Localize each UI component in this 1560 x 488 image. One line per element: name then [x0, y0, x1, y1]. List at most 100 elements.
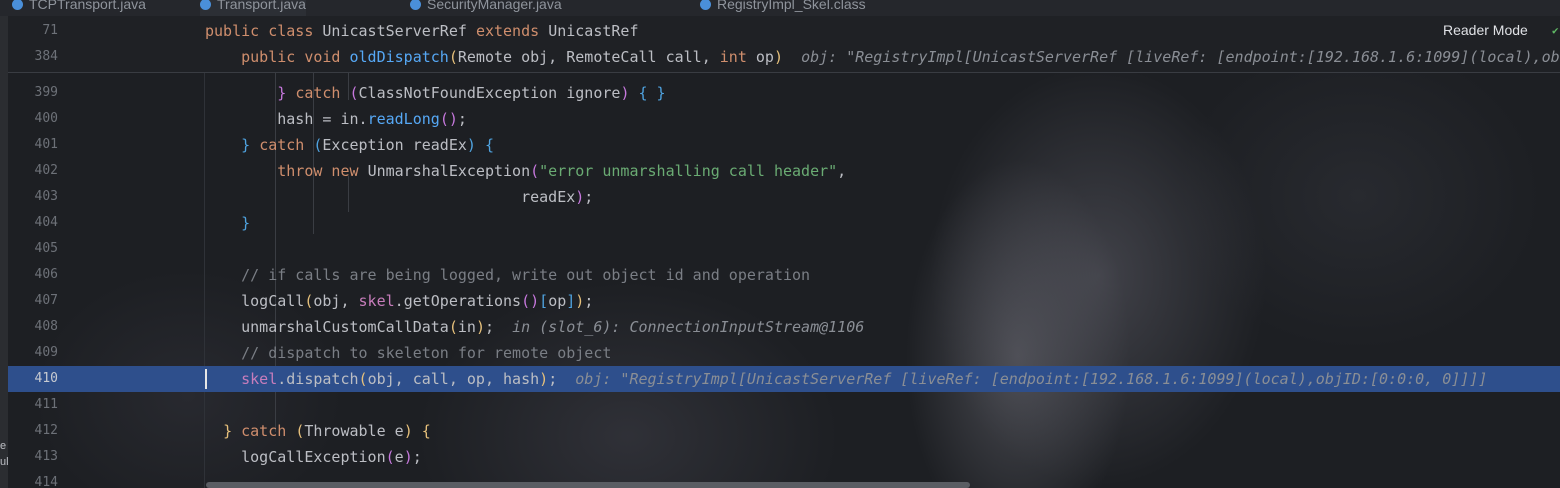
line-number[interactable]: 407 — [8, 288, 58, 314]
code-token: in — [457, 318, 476, 336]
editor-tab-label: Transport.java — [217, 0, 306, 12]
line-number[interactable]: 408 — [8, 314, 58, 340]
debug-inline-value: in (slot_6): ConnectionInputStream@1106 — [512, 318, 865, 336]
current-code-line[interactable]: 410 skel.dispatch(obj, call, op, hash); … — [8, 366, 1560, 392]
code-text: } — [205, 210, 250, 236]
code-token: . — [394, 292, 404, 310]
code-token: UnmarshalException — [367, 162, 531, 180]
code-token: skel — [358, 292, 395, 310]
code-token: ; — [457, 110, 467, 128]
code-line[interactable]: 400 hash = in.readLong(); — [8, 106, 1560, 132]
editor-tab-label: TCPTransport.java — [29, 0, 146, 12]
code-token: ; — [584, 188, 594, 206]
code-token: } — [241, 136, 260, 154]
line-number[interactable]: 401 — [8, 132, 58, 158]
code-line[interactable]: 401 } catch (Exception readEx) { — [8, 132, 1560, 158]
code-text: hash = in.readLong(); — [205, 106, 467, 132]
editor-tab[interactable]: SecurityManager.java — [410, 0, 562, 16]
code-text: } catch (ClassNotFoundException ignore) … — [205, 80, 666, 106]
code-token: public void — [241, 48, 350, 66]
editor-tab[interactable]: RegistryImpl_Skel.class — [700, 0, 866, 16]
code-token: getOperations — [403, 292, 522, 310]
line-number[interactable]: 406 — [8, 262, 58, 288]
editor-tab-label: SecurityManager.java — [427, 0, 562, 12]
editor-tab[interactable]: TCPTransport.java — [12, 0, 146, 16]
line-number[interactable]: 399 — [8, 80, 58, 106]
code-line[interactable]: 407 logCall(obj, skel.getOperations()[op… — [8, 288, 1560, 314]
code-line[interactable]: 405 — [8, 236, 1560, 262]
code-text: // if calls are being logged, write out … — [205, 262, 810, 288]
line-number[interactable]: 410 — [8, 366, 58, 392]
code-token: { } — [638, 84, 666, 102]
code-token: ( — [295, 422, 305, 440]
code-line[interactable]: 412 } catch (Throwable e) { — [8, 418, 1560, 444]
code-token: UnicastRef — [548, 22, 639, 40]
code-line[interactable]: 411 — [8, 392, 1560, 418]
code-token: op — [548, 292, 567, 310]
code-token: ( — [448, 318, 458, 336]
code-text: public class UnicastServerRef extends Un… — [205, 18, 639, 44]
code-token: Exception readEx — [322, 136, 467, 154]
code-editor[interactable]: 71 public class UnicastServerRef extends … — [8, 16, 1560, 488]
editor-tab[interactable]: Transport.java — [200, 0, 306, 16]
line-number[interactable]: 405 — [8, 236, 58, 262]
code-text: readEx); — [205, 184, 593, 210]
line-number[interactable]: 402 — [8, 158, 58, 184]
code-token: logCallException — [205, 448, 386, 466]
code-token: logCall — [205, 292, 305, 310]
code-line[interactable]: 402 throw new UnmarshalException("error … — [8, 158, 1560, 184]
code-token: catch — [259, 136, 314, 154]
code-token: ) { — [403, 422, 431, 440]
line-number[interactable]: 413 — [8, 444, 58, 470]
sticky-scroll-header[interactable]: 71 public class UnicastServerRef extends … — [8, 16, 1560, 73]
horizontal-scrollbar[interactable] — [206, 482, 970, 488]
code-text: skel.dispatch(obj, call, op, hash); obj:… — [205, 366, 1487, 392]
line-number[interactable]: 400 — [8, 106, 58, 132]
code-token: ) — [575, 292, 585, 310]
editor-tab-bar: TCPTransport.java Transport.java SecurityM… — [0, 0, 1560, 16]
code-line[interactable]: 408 unmarshalCustomCallData(in); in (slo… — [8, 314, 1560, 340]
left-panel-strip: e ul — [0, 16, 9, 488]
code-token: UnicastServerRef — [322, 22, 476, 40]
java-file-icon — [200, 0, 211, 10]
line-number[interactable]: 404 — [8, 210, 58, 236]
code-text: } catch (Exception readEx) { — [205, 132, 494, 158]
code-token: readEx — [205, 188, 576, 206]
code-text: throw new UnmarshalException("error unma… — [205, 158, 846, 184]
code-line[interactable]: 399 } catch (ClassNotFoundException igno… — [8, 80, 1560, 106]
code-token: ( — [358, 370, 368, 388]
code-line[interactable]: 406 // if calls are being logged, write … — [8, 262, 1560, 288]
code-line[interactable]: 413 logCallException(e); — [8, 444, 1560, 470]
line-number[interactable]: 384 — [8, 44, 58, 70]
code-token: ) — [539, 370, 549, 388]
line-number[interactable]: 414 — [8, 470, 58, 488]
code-line[interactable]: 71 public class UnicastServerRef extends … — [8, 18, 1560, 44]
code-line[interactable]: 409 // dispatch to skeleton for remote o… — [8, 340, 1560, 366]
code-line[interactable]: 404 } — [8, 210, 1560, 236]
code-token: ; — [548, 370, 576, 388]
code-text: logCallException(e); — [205, 444, 422, 470]
java-file-icon — [700, 0, 711, 10]
code-line[interactable]: 384 public void oldDispatch(Remote obj, … — [8, 44, 1560, 70]
code-token: obj, call, op, hash — [367, 370, 540, 388]
line-number[interactable]: 71 — [8, 18, 58, 44]
inspection-ok-icon[interactable]: ✔ — [1552, 24, 1560, 37]
line-number[interactable]: 411 — [8, 392, 58, 418]
code-line[interactable]: 403 readEx); — [8, 184, 1560, 210]
java-file-icon — [410, 0, 421, 10]
code-token: op — [755, 48, 774, 66]
code-token: ; — [484, 318, 513, 336]
code-token: obj, — [313, 292, 359, 310]
line-number[interactable]: 412 — [8, 418, 58, 444]
reader-mode-button[interactable]: Reader Mode — [1443, 22, 1528, 38]
line-number[interactable]: 403 — [8, 184, 58, 210]
text-caret — [205, 369, 207, 389]
code-token: , — [837, 162, 847, 180]
line-number[interactable]: 409 — [8, 340, 58, 366]
